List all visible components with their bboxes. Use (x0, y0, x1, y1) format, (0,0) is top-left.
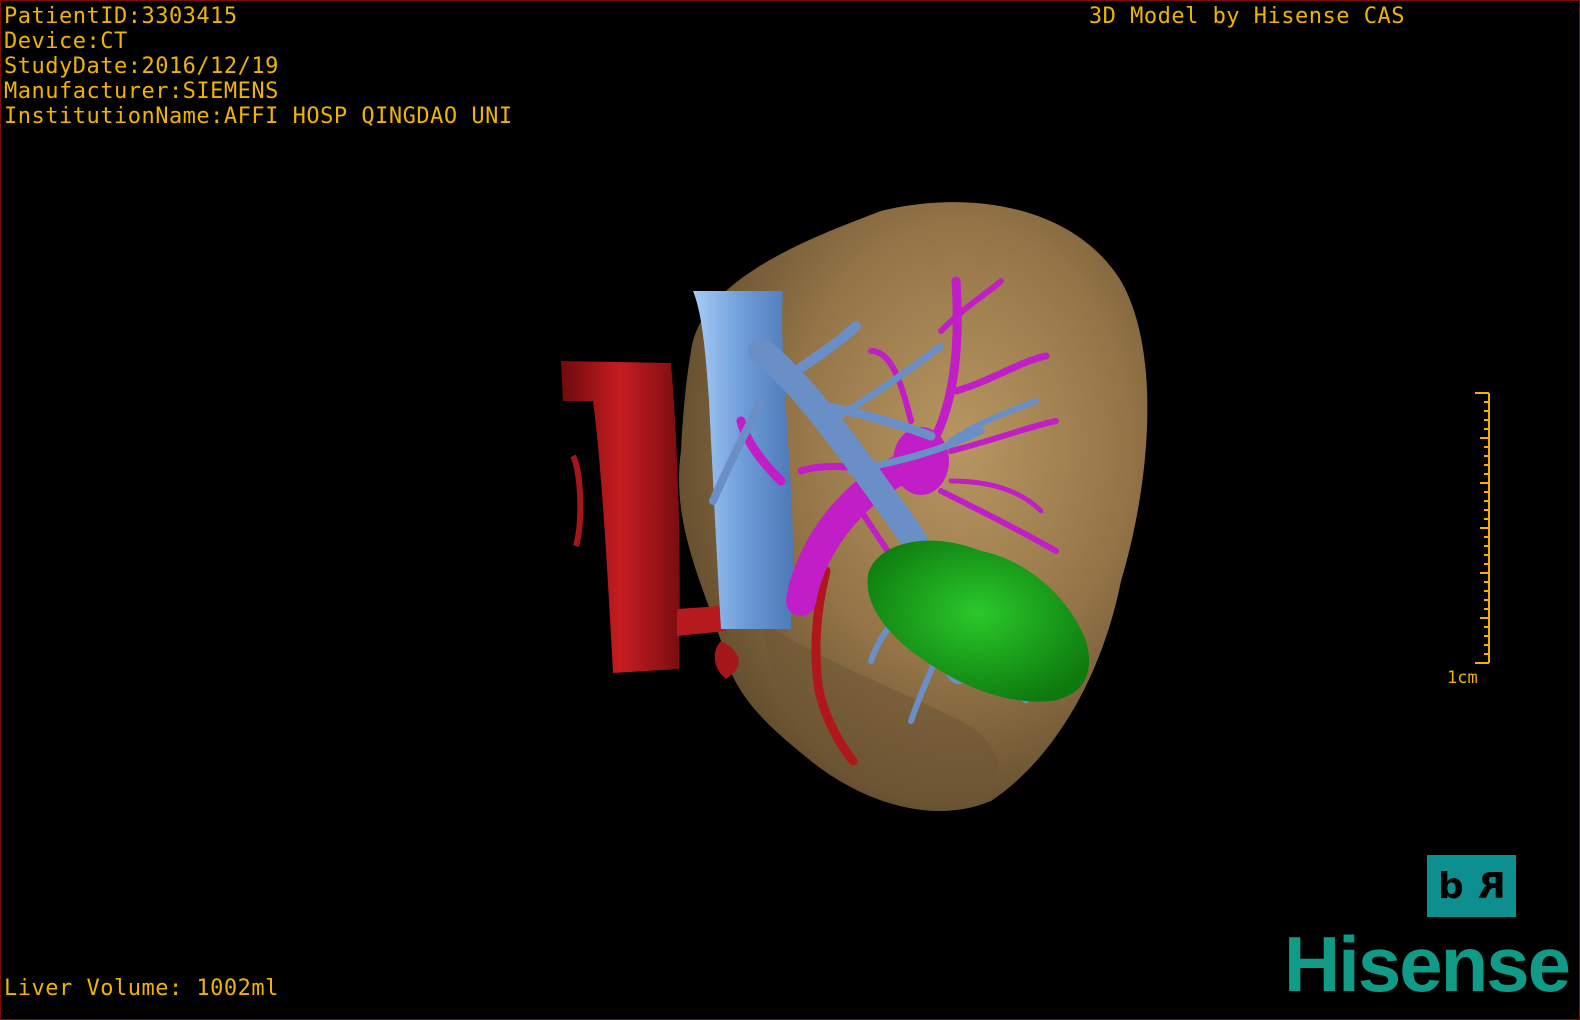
renal-artery (677, 606, 726, 636)
device-text: Device:CT (4, 29, 128, 54)
liver-3d-model[interactable] (1, 1, 1579, 1019)
orientation-right-label: R (1477, 865, 1506, 907)
scale-label: 1cm (1447, 668, 1478, 688)
manufacturer-text: Manufacturer:SIEMENS (4, 79, 279, 104)
hisense-logo: Hisense (1283, 920, 1571, 1008)
aorta-branch (570, 454, 584, 547)
liver-volume-text: Liver Volume: 1002ml (4, 976, 279, 1001)
3d-viewport[interactable]: PatientID:3303415 Device:CT StudyDate:2016… (0, 0, 1580, 1020)
patient-id-text: PatientID:3303415 (4, 4, 238, 29)
study-date-text: StudyDate:2016/12/19 (4, 54, 279, 79)
institution-text: InstitutionName:AFFI HOSP QINGDAO UNI (4, 104, 513, 129)
dicom-info-block: PatientID:3303415 Device:CT StudyDate:2016… (4, 4, 513, 129)
model-brand-title: 3D Model by Hisense CAS (1088, 4, 1405, 29)
orientation-left-label: d (1437, 865, 1464, 907)
scale-bar (1475, 392, 1490, 664)
orientation-cube[interactable]: d R (1427, 855, 1516, 917)
